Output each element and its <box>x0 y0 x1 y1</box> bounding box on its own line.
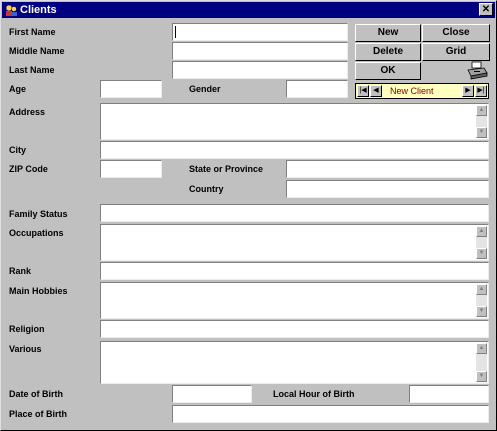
label-first-name: First Name <box>9 27 56 37</box>
date-of-birth-field[interactable] <box>172 385 252 403</box>
family-status-field[interactable] <box>100 204 489 222</box>
nav-next-button[interactable]: ▶ <box>462 85 474 97</box>
text-cursor <box>175 26 176 38</box>
label-country: Country <box>189 184 224 194</box>
address-field[interactable]: ▲ ▼ <box>100 103 489 140</box>
window-close-button[interactable]: ✕ <box>479 3 493 16</box>
scroll-down-icon[interactable]: ▼ <box>476 127 487 138</box>
scroll-up-icon[interactable]: ▲ <box>476 284 487 295</box>
label-middle-name: Middle Name <box>9 46 65 56</box>
label-age: Age <box>9 84 27 94</box>
clients-app-icon <box>5 4 17 16</box>
nav-record-text: New Client <box>390 86 434 96</box>
nav-prev-button[interactable]: ◀ <box>370 85 382 97</box>
ok-button[interactable]: OK <box>355 62 421 80</box>
delete-button[interactable]: Delete <box>355 43 421 61</box>
label-date-of-birth: Date of Birth <box>9 389 63 399</box>
clients-window: Clients ✕ First Name Middle Name Last Na… <box>0 0 497 431</box>
main-hobbies-scrollbar[interactable]: ▲ ▼ <box>476 284 487 317</box>
zip-code-field[interactable] <box>100 160 162 178</box>
label-various: Various <box>9 344 42 354</box>
local-hour-of-birth-field[interactable] <box>409 385 489 403</box>
new-button[interactable]: New <box>355 24 421 42</box>
label-zip-code: ZIP Code <box>9 164 48 174</box>
state-or-province-field[interactable] <box>286 160 489 178</box>
scroll-up-icon[interactable]: ▲ <box>476 343 487 354</box>
occupations-scrollbar[interactable]: ▲ ▼ <box>476 226 487 259</box>
label-family-status: Family Status <box>9 209 68 219</box>
city-field[interactable] <box>100 141 489 159</box>
label-place-of-birth: Place of Birth <box>9 409 68 419</box>
last-name-field[interactable] <box>172 61 348 79</box>
religion-field[interactable] <box>100 320 489 338</box>
country-field[interactable] <box>286 180 489 198</box>
label-city: City <box>9 145 27 155</box>
printer-icon[interactable] <box>466 61 488 81</box>
label-last-name: Last Name <box>9 65 55 75</box>
various-scrollbar[interactable]: ▲ ▼ <box>476 343 487 382</box>
title-bar[interactable]: Clients ✕ <box>2 2 495 18</box>
scroll-down-icon[interactable]: ▼ <box>476 371 487 382</box>
label-religion: Religion <box>9 324 45 334</box>
occupations-field[interactable]: ▲ ▼ <box>100 224 489 261</box>
close-button[interactable]: Close <box>422 24 490 42</box>
gender-field[interactable] <box>286 80 348 98</box>
scroll-down-icon[interactable]: ▼ <box>476 248 487 259</box>
rank-field[interactable] <box>100 262 489 280</box>
nav-last-button[interactable]: ▶| <box>475 85 487 97</box>
label-state-or-province: State or Province <box>189 164 264 174</box>
various-field[interactable]: ▲ ▼ <box>100 341 489 384</box>
address-scrollbar[interactable]: ▲ ▼ <box>476 105 487 138</box>
scroll-up-icon[interactable]: ▲ <box>476 226 487 237</box>
window-title: Clients <box>20 4 57 16</box>
label-occupations: Occupations <box>9 228 64 238</box>
label-rank: Rank <box>9 266 32 276</box>
grid-button[interactable]: Grid <box>422 43 490 61</box>
label-address: Address <box>9 107 46 117</box>
scroll-up-icon[interactable]: ▲ <box>476 105 487 116</box>
first-name-field[interactable] <box>172 23 348 41</box>
place-of-birth-field[interactable] <box>172 405 489 423</box>
label-gender: Gender <box>189 84 221 94</box>
middle-name-field[interactable] <box>172 42 348 60</box>
nav-first-button[interactable]: |◀ <box>357 85 369 97</box>
label-main-hobbies: Main Hobbies <box>9 286 68 296</box>
label-local-hour-of-birth: Local Hour of Birth <box>273 389 355 399</box>
record-navigator: |◀ ◀ New Client ▶ ▶| <box>355 83 489 99</box>
age-field[interactable] <box>100 80 162 98</box>
main-hobbies-field[interactable]: ▲ ▼ <box>100 282 489 319</box>
scroll-down-icon[interactable]: ▼ <box>476 306 487 317</box>
